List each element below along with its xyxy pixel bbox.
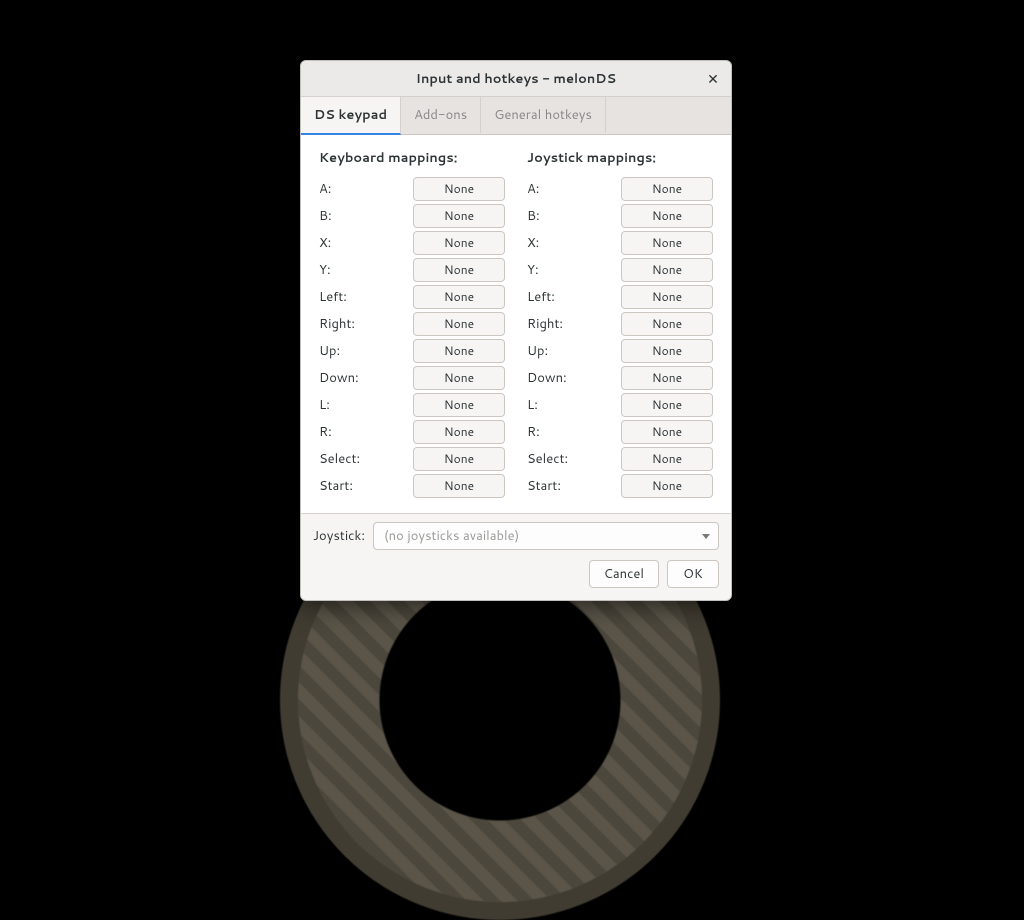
kb-map-select-button[interactable]: None [413,447,505,471]
mapping-row: Down: None [319,364,505,391]
kb-map-up-button[interactable]: None [413,339,505,363]
mapping-row: Right: None [319,310,505,337]
mapping-row: Select: None [527,445,713,472]
key-label: Select: [319,450,360,468]
input-hotkeys-dialog: Input and hotkeys - melonDS ✕ DS keypad … [300,60,732,601]
mapping-row: A: None [319,175,505,202]
key-label: Right: [319,315,355,333]
kb-map-r-button[interactable]: None [413,420,505,444]
joy-map-b-button[interactable]: None [621,204,713,228]
dialog-footer: Joystick: (no joysticks available) Cance… [301,513,731,600]
tab-add-ons[interactable]: Add-ons [401,97,481,134]
kb-map-right-button[interactable]: None [413,312,505,336]
key-label: Y: [319,261,331,279]
mapping-row: Up: None [527,337,713,364]
tab-ds-keypad[interactable]: DS keypad [301,97,401,135]
kb-map-l-button[interactable]: None [413,393,505,417]
mapping-row: X: None [319,229,505,256]
mapping-row: Down: None [527,364,713,391]
kb-map-start-button[interactable]: None [413,474,505,498]
key-label: B: [527,207,540,225]
mapping-row: R: None [319,418,505,445]
cancel-button[interactable]: Cancel [589,560,659,588]
joy-map-left-button[interactable]: None [621,285,713,309]
ok-button[interactable]: OK [667,560,719,588]
mapping-row: B: None [319,202,505,229]
joy-map-down-button[interactable]: None [621,366,713,390]
joy-map-start-button[interactable]: None [621,474,713,498]
key-label: L: [319,396,330,414]
window-title: Input and hotkeys - melonDS [416,70,616,88]
key-label: A: [527,180,539,198]
key-label: Y: [527,261,539,279]
keyboard-mappings-heading: Keyboard mappings: [319,149,505,167]
close-icon[interactable]: ✕ [701,67,725,91]
key-label: L: [527,396,538,414]
kb-map-x-button[interactable]: None [413,231,505,255]
key-label: Left: [527,288,555,306]
key-label: Left: [319,288,347,306]
mapping-row: Start: None [319,472,505,499]
joystick-selected-value: (no joysticks available) [384,527,519,545]
mappings-panel: Keyboard mappings: A:None B:None X:None … [301,135,731,513]
mapping-row: Up: None [319,337,505,364]
joy-map-x-button[interactable]: None [621,231,713,255]
key-label: X: [319,234,331,252]
joy-map-l-button[interactable]: None [621,393,713,417]
key-label: Up: [527,342,548,360]
mapping-row: Y: None [527,256,713,283]
key-label: R: [527,423,540,441]
dialog-button-row: Cancel OK [313,560,719,588]
joy-map-a-button[interactable]: None [621,177,713,201]
key-label: Start: [527,477,561,495]
joy-map-r-button[interactable]: None [621,420,713,444]
mapping-row: Select: None [319,445,505,472]
joy-map-y-button[interactable]: None [621,258,713,282]
key-label: Down: [527,369,567,387]
mapping-row: Y: None [319,256,505,283]
key-label: Select: [527,450,568,468]
key-label: R: [319,423,332,441]
joystick-label: Joystick: [313,527,365,545]
mapping-row: X: None [527,229,713,256]
joystick-mappings-column: Joystick mappings: A:None B:None X:None … [527,145,713,499]
kb-map-a-button[interactable]: None [413,177,505,201]
joystick-mappings-heading: Joystick mappings: [527,149,713,167]
keyboard-mappings-column: Keyboard mappings: A:None B:None X:None … [319,145,505,499]
tab-general-hotkeys[interactable]: General hotkeys [481,97,606,134]
mapping-row: B: None [527,202,713,229]
titlebar: Input and hotkeys - melonDS ✕ [301,61,731,97]
joy-map-select-button[interactable]: None [621,447,713,471]
kb-map-y-button[interactable]: None [413,258,505,282]
mapping-row: Left: None [527,283,713,310]
key-label: Right: [527,315,563,333]
chevron-down-icon [702,534,710,539]
kb-map-left-button[interactable]: None [413,285,505,309]
mapping-row: L: None [319,391,505,418]
kb-map-b-button[interactable]: None [413,204,505,228]
tab-bar: DS keypad Add-ons General hotkeys [301,97,731,135]
kb-map-down-button[interactable]: None [413,366,505,390]
key-label: Down: [319,369,359,387]
key-label: X: [527,234,539,252]
mapping-row: Right: None [527,310,713,337]
mapping-row: R: None [527,418,713,445]
joystick-combobox[interactable]: (no joysticks available) [373,522,719,550]
key-label: A: [319,180,331,198]
key-label: B: [319,207,332,225]
key-label: Up: [319,342,340,360]
mapping-row: L: None [527,391,713,418]
joy-map-right-button[interactable]: None [621,312,713,336]
joystick-select-row: Joystick: (no joysticks available) [313,522,719,550]
mapping-row: A: None [527,175,713,202]
joy-map-up-button[interactable]: None [621,339,713,363]
key-label: Start: [319,477,353,495]
mapping-row: Start: None [527,472,713,499]
mapping-row: Left: None [319,283,505,310]
